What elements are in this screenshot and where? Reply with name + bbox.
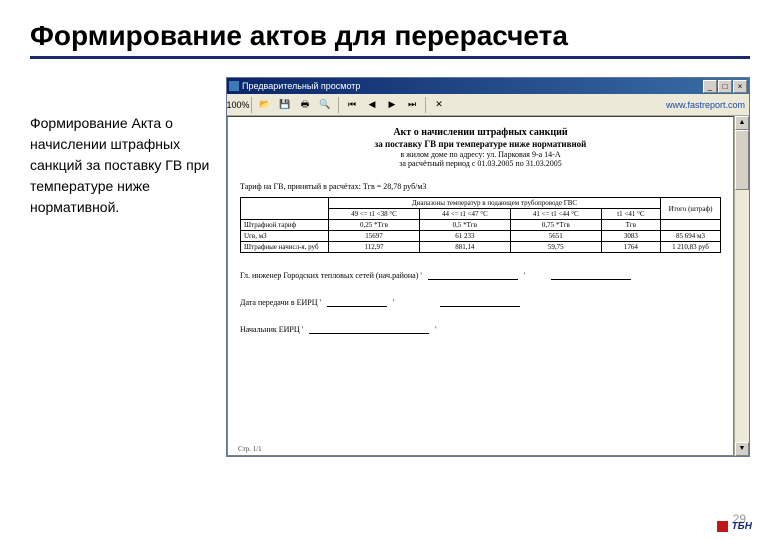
minimize-button[interactable]: _ <box>703 80 717 93</box>
scroll-thumb[interactable] <box>735 130 749 190</box>
doc-title: Акт о начислении штрафных санкций <box>240 127 721 138</box>
col-range-1: 44 <= t1 <47 °C <box>419 209 510 220</box>
table-row: Штрафной тариф 0,25 *Тгв 0,5 *Тгв 0,75 *… <box>241 220 721 231</box>
brand-logo: ТБН <box>717 521 752 532</box>
preview-window: Предварительный просмотр _ □ × 100% 📂 💾 … <box>226 77 750 457</box>
signature-line-2: Дата передачи в ЕИРЦ ' ' <box>240 298 721 307</box>
brand-text: ТБН <box>732 521 752 532</box>
table-itogo-header: Итого (штраф) <box>661 198 721 220</box>
col-range-3: t1 <41 °C <box>601 209 660 220</box>
save-icon[interactable]: 💾 <box>278 98 292 112</box>
first-page-icon[interactable]: ⏮ <box>345 98 359 112</box>
window-titlebar: Предварительный просмотр _ □ × <box>227 78 749 94</box>
doc-subtitle: за поставку ГВ при температуре ниже норм… <box>240 139 721 149</box>
page-footer: Стр. 1/1 <box>238 445 262 453</box>
next-page-icon[interactable]: ▶ <box>385 98 399 112</box>
table-row: Uгв, м3 15697 61 233 5651 3083 85 694 м3 <box>241 231 721 242</box>
scrollbar-vertical[interactable]: ▲ ▼ <box>734 116 749 456</box>
signature-line-1: Гл. инженер Городских тепловых сетей (на… <box>240 271 721 280</box>
table-row: Штрафные начисл-я, руб 112,97 881,14 59,… <box>241 242 721 253</box>
col-range-2: 41 <= t1 <44 °C <box>510 209 601 220</box>
table-group-header: Диапазоны температур в подающем трубопро… <box>329 198 661 209</box>
window-caption: Предварительный просмотр <box>242 81 702 91</box>
vendor-link[interactable]: www.fastreport.com <box>666 100 745 110</box>
last-page-icon[interactable]: ⏭ <box>405 98 419 112</box>
brand-square-icon <box>717 521 728 532</box>
report-table: Диапазоны температур в подающем трубопро… <box>240 197 721 253</box>
sidebar-text: Формирование Акта о начислении штрафных … <box>30 77 210 457</box>
scroll-up-button[interactable]: ▲ <box>735 116 749 130</box>
open-icon[interactable]: 📂 <box>258 98 272 112</box>
doc-period: за расчётный период с 01.03.2005 по 31.0… <box>240 159 721 168</box>
app-icon <box>229 81 239 91</box>
document-page: Акт о начислении штрафных санкций за пос… <box>227 116 734 456</box>
doc-address: в жилом доме по адресу: ул. Парковая 9-а… <box>240 150 721 159</box>
maximize-button[interactable]: □ <box>718 80 732 93</box>
toolbar: 100% 📂 💾 🖶 🔍 ⏮ ◀ ▶ ⏭ ✕ www.fastreport.co… <box>227 94 749 116</box>
print-icon[interactable]: 🖶 <box>298 98 312 112</box>
doc-tariff: Тариф на ГВ, принятый в расчётах: Тгв = … <box>240 182 721 191</box>
scroll-down-button[interactable]: ▼ <box>735 442 749 456</box>
zoom-combo[interactable]: 100% <box>231 98 245 112</box>
prev-page-icon[interactable]: ◀ <box>365 98 379 112</box>
cancel-icon[interactable]: ✕ <box>432 98 446 112</box>
title-underline <box>30 56 750 59</box>
signature-line-3: Начальник ЕИРЦ ' ' <box>240 325 721 334</box>
close-button[interactable]: × <box>733 80 747 93</box>
search-icon[interactable]: 🔍 <box>318 98 332 112</box>
col-range-0: 49 <= t1 <38 °C <box>329 209 420 220</box>
page-title: Формирование актов для перерасчета <box>30 20 750 52</box>
